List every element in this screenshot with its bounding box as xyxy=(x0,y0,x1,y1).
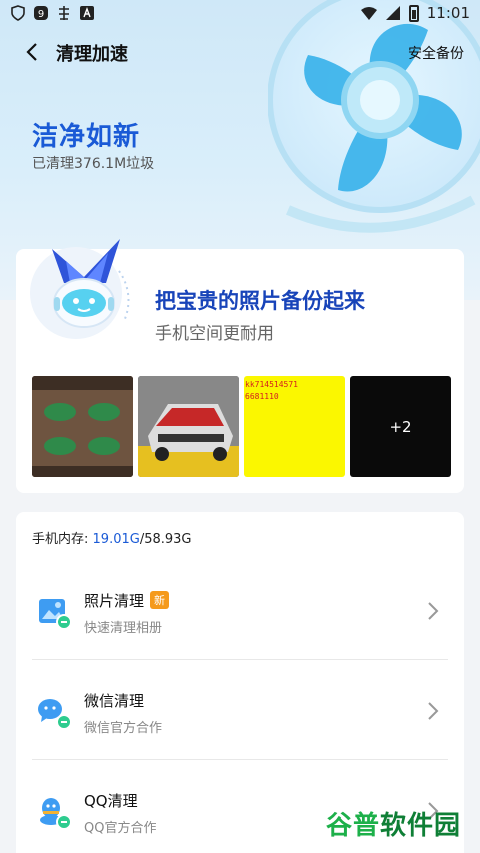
thumb-text-line: 6681110 xyxy=(245,392,279,401)
status-bar: 9 11:01 xyxy=(0,0,480,26)
bug-icon xyxy=(59,6,69,20)
chevron-right-icon xyxy=(428,602,439,620)
new-badge: 新 xyxy=(150,591,170,609)
cell-signal-icon xyxy=(385,6,400,20)
more-photos-count: +2 xyxy=(389,417,412,436)
car-game-image xyxy=(138,376,239,477)
photo-backup-card[interactable]: 把宝贵的照片备份起来 手机空间更耐用 kk714514571 6681110 +… xyxy=(16,239,464,493)
safe-backup-link[interactable]: 安全备份 xyxy=(408,43,464,63)
more-photos-tile[interactable]: +2 xyxy=(350,376,451,477)
photo-clean-row[interactable]: 照片清理新 快速清理相册 xyxy=(32,560,448,660)
storage-used: 19.01G xyxy=(92,532,140,547)
watermark-part-1: 谷普 xyxy=(326,810,381,841)
wechat-icon xyxy=(38,699,72,730)
qq-icon xyxy=(40,798,72,830)
site-watermark: 谷普 软件园 xyxy=(326,800,472,846)
photo-thumbnail[interactable] xyxy=(32,376,133,477)
storage-label: 手机内存: xyxy=(32,532,89,547)
photo-thumbnails: kk714514571 6681110 +2 xyxy=(32,376,451,477)
watermark-part-2: 软件园 xyxy=(380,810,462,841)
cleaned-size-text: 已清理376.1M垃圾 xyxy=(32,156,155,172)
casino-tables-image xyxy=(32,376,133,477)
chevron-right-icon xyxy=(428,702,439,720)
status-time: 11:01 xyxy=(426,4,470,22)
clean-status-title: 洁净如新 xyxy=(32,122,141,152)
security-shield-icon xyxy=(11,5,25,21)
app-badge-icon: 9 xyxy=(34,6,48,20)
battery-icon xyxy=(408,4,419,22)
back-button[interactable] xyxy=(18,38,46,66)
backup-subtitle: 手机空间更耐用 xyxy=(155,324,274,344)
photo-thumbnail[interactable]: kk714514571 6681110 xyxy=(244,376,345,477)
photo-thumbnail[interactable] xyxy=(138,376,239,477)
row-title: 照片清理新 xyxy=(84,590,170,611)
back-arrow-icon xyxy=(26,43,37,61)
text-a-icon xyxy=(80,6,94,20)
row-title: 微信清理 xyxy=(84,692,145,710)
photo-clean-icon xyxy=(39,599,72,630)
row-title: QQ清理 xyxy=(84,792,138,810)
thumb-text-line: kk714514571 xyxy=(245,380,298,389)
row-subtitle: QQ官方合作 xyxy=(84,821,157,836)
storage-info: 手机内存: 19.01G/58.93G xyxy=(32,528,192,547)
app-header: 清理加速 安全备份 xyxy=(0,36,480,68)
photo-clean-title: 照片清理 xyxy=(84,592,145,610)
backup-title: 把宝贵的照片备份起来 xyxy=(155,289,365,313)
svg-text:9: 9 xyxy=(38,9,44,20)
wifi-icon xyxy=(360,7,377,20)
storage-total: /58.93G xyxy=(139,532,192,547)
row-subtitle: 微信官方合作 xyxy=(84,721,163,736)
wechat-clean-row[interactable]: 微信清理 微信官方合作 xyxy=(32,660,448,760)
page-title: 清理加速 xyxy=(56,44,128,65)
row-subtitle: 快速清理相册 xyxy=(84,621,163,636)
robot-mascot-icon xyxy=(30,239,130,339)
